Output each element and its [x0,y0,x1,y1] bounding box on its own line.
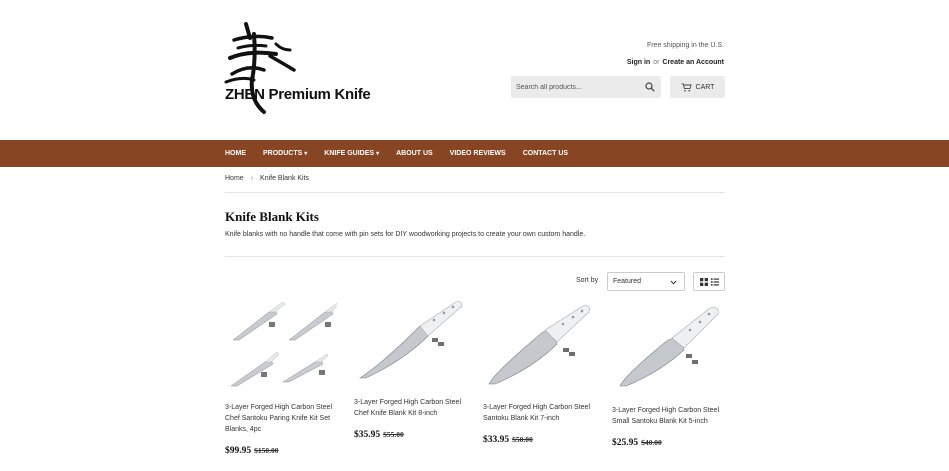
nav-item-video-reviews[interactable]: VIDEO REVIEWS [450,150,506,157]
price-compare-at: $150.00 [254,446,279,455]
nav-item-label: HOME [225,150,246,157]
sort-select[interactable]: Featured [607,272,685,291]
account-links: Sign in or Create an Account [627,59,724,66]
view-toggle [693,272,725,291]
collection-description: Knife blanks with no handle that come wi… [225,231,586,238]
price-current: $99.95 [225,446,252,456]
cart-icon [681,82,692,91]
product-grid: 3-Layer Forged High Carbon Steel Chef Sa… [225,298,725,471]
nav-item-knife-guides[interactable]: KNIFE GUIDES ▾ [324,150,379,157]
nav-item-about-us[interactable]: ABOUT US [396,150,433,157]
chevron-down-icon: ▾ [376,151,380,157]
cart-button[interactable]: CART [670,76,725,98]
product-price: $35.95 $55.00 [354,429,404,440]
logo-wordmark: ZHEN Premium Knife [225,86,371,103]
price-compare-at: $50.00 [512,435,533,444]
product-image[interactable] [612,298,724,394]
breadcrumb-separator: › [250,175,254,182]
site-logo[interactable]: ZHEN Premium Knife [224,20,384,120]
price-compare-at: $55.00 [383,430,404,439]
sign-in-link[interactable]: Sign in [627,59,650,66]
breadcrumb-home-link[interactable]: Home [225,175,244,182]
nav-item-label: CONTACT US [522,150,569,157]
create-account-link[interactable]: Create an Account [662,59,724,66]
search-icon[interactable] [645,82,655,92]
product-title[interactable]: 3-Layer Forged High Carbon Steel Chef Kn… [354,397,466,419]
breadcrumb: Home › Knife Blank Kits [225,175,309,182]
sort-selected-value: Featured [613,278,642,285]
product-price: $99.95 $150.00 [225,445,279,456]
product-image[interactable] [225,298,337,394]
nav-item-products[interactable]: PRODUCTS ▾ [263,150,307,157]
chevron-down-icon [670,280,677,285]
main-nav: HOME PRODUCTS ▾ KNIFE GUIDES ▾ ABOUT US VI… [0,140,949,167]
divider [225,192,725,193]
product-image[interactable] [483,298,595,394]
product-price: $33.95 $50.00 [483,434,533,445]
list-view-icon[interactable] [710,277,719,286]
nav-item-label: KNIFE GUIDES [324,150,375,157]
price-current: $35.95 [354,430,381,440]
nav-item-contact-us[interactable]: CONTACT US [523,150,568,157]
price-current: $33.95 [483,435,510,445]
cart-label: CART [695,83,715,91]
product-image[interactable] [354,298,466,394]
site-header: ZHEN Premium Knife Free shipping in the … [0,0,949,140]
search-input[interactable] [511,76,637,98]
shipping-notice: Free shipping in the U.S. [646,42,724,49]
page-title: Knife Blank Kits [225,209,319,224]
nav-item-label: VIDEO REVIEWS [449,150,506,157]
chevron-down-icon: ▾ [304,151,308,157]
product-title[interactable]: 3-Layer Forged High Carbon Steel Santoku… [483,402,595,424]
product-price: $25.95 $40.00 [612,437,662,448]
nav-item-label: PRODUCTS [263,150,303,157]
price-current: $25.95 [612,438,639,448]
product-title[interactable]: 3-Layer Forged High Carbon Steel Small S… [612,405,724,427]
product-title[interactable]: 3-Layer Forged High Carbon Steel Chef Sa… [225,402,337,435]
nav-item-home[interactable]: HOME [225,150,246,157]
nav-item-label: ABOUT US [396,150,433,157]
price-compare-at: $40.00 [641,438,662,447]
search-bar [511,76,661,98]
sort-label: Sort by [576,277,599,284]
grid-view-icon[interactable] [699,277,708,286]
divider [225,256,725,257]
calligraphy-logo-icon [224,22,296,114]
or-text: or [653,59,660,66]
breadcrumb-current: Knife Blank Kits [260,175,310,182]
